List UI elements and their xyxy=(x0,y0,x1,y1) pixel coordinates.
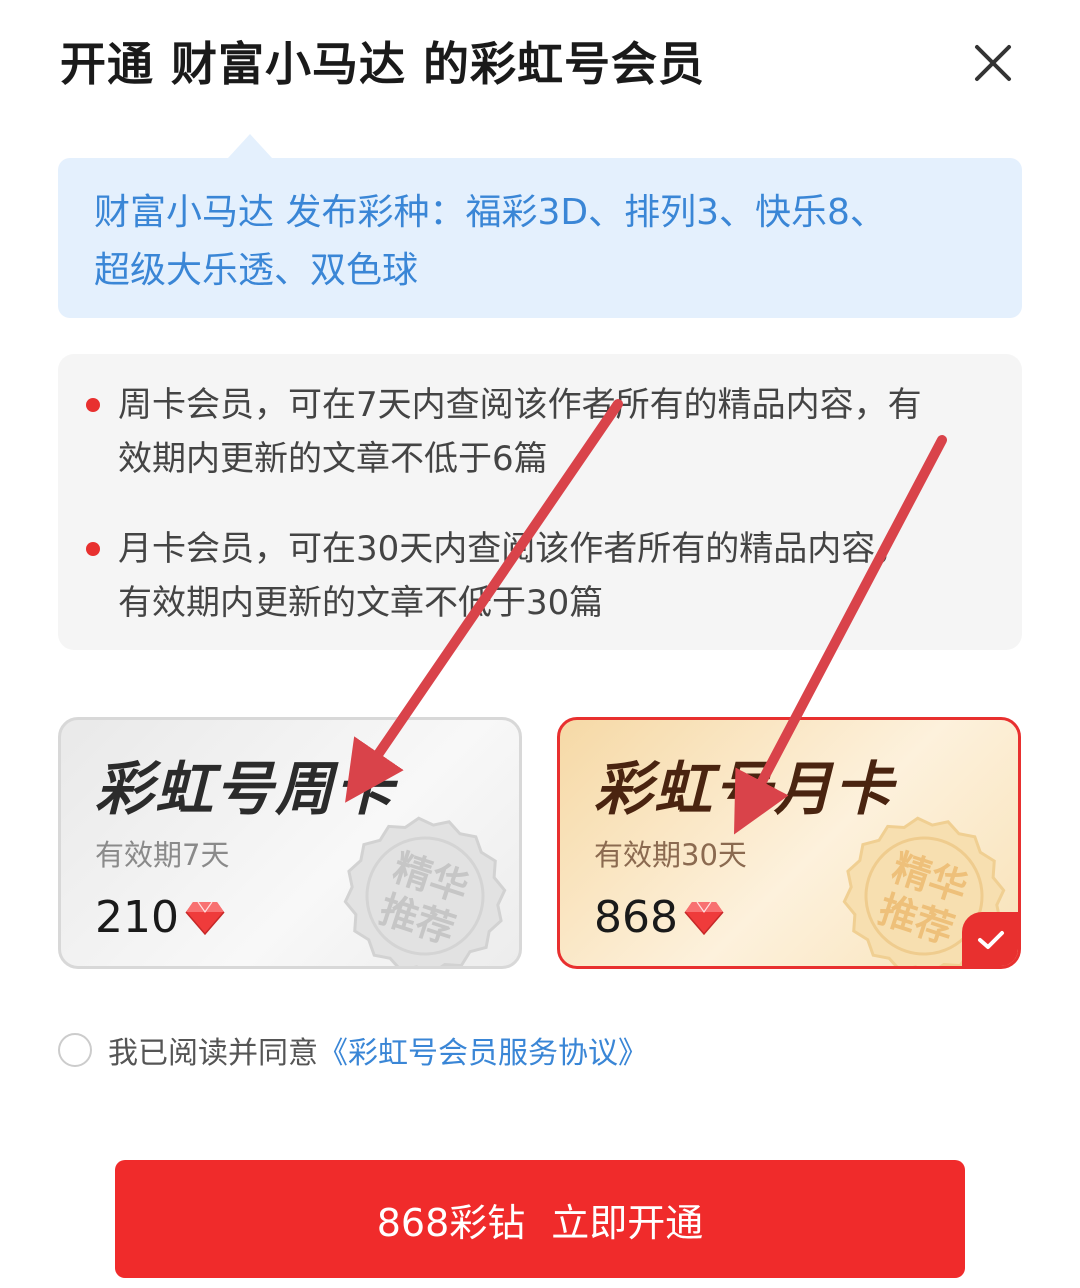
diamond-icon xyxy=(185,901,225,935)
plan-card-week[interactable]: 精华 推荐 彩虹号周卡 有效期7天 210 xyxy=(58,717,522,969)
lottery-info-line: 超级大乐透、双色球 xyxy=(94,250,419,291)
lottery-info-line: 财富小马达 发布彩种：福彩3D、排列3、快乐8、 xyxy=(94,192,886,233)
membership-rules: 周卡会员，可在7天内查阅该作者所有的精品内容，有 效期内更新的文章不低于6篇 月… xyxy=(58,354,1022,650)
rule-text: 效期内更新的文章不低于6篇 xyxy=(118,439,548,479)
diamond-icon xyxy=(684,901,724,935)
rule-item-month: 月卡会员，可在30天内查阅该作者所有的精品内容， 有效期内更新的文章不低于30篇 xyxy=(84,522,994,630)
bullet-dot-icon xyxy=(86,542,100,556)
rule-text: 月卡会员，可在30天内查阅该作者所有的精品内容， xyxy=(118,529,910,569)
close-icon[interactable] xyxy=(973,43,1013,83)
checkmark-icon xyxy=(978,931,1004,949)
info-pointer xyxy=(228,134,272,158)
rule-text: 有效期内更新的文章不低于30篇 xyxy=(118,583,604,623)
activate-button[interactable]: 868彩钻 立即开通 xyxy=(115,1160,965,1278)
dialog-title: 开通 财富小马达 的彩虹号会员 xyxy=(60,37,706,91)
rule-text: 周卡会员，可在7天内查阅该作者所有的精品内容，有 xyxy=(118,385,922,425)
agreement-checkbox[interactable] xyxy=(58,1033,92,1067)
agreement-row: 我已阅读并同意 《彩虹号会员服务协议》 xyxy=(58,1028,648,1072)
cta-action-label: 立即开通 xyxy=(551,1200,704,1245)
rule-item-week: 周卡会员，可在7天内查阅该作者所有的精品内容，有 效期内更新的文章不低于6篇 xyxy=(84,378,994,486)
plan-validity: 有效期30天 xyxy=(594,838,747,872)
plan-price-value: 868 xyxy=(594,892,678,943)
plan-name: 彩虹号周卡 xyxy=(95,755,396,823)
plan-card-month[interactable]: 精华 推荐 彩虹号月卡 有效期30天 868 xyxy=(557,717,1021,969)
lottery-info-box: 财富小马达 发布彩种：福彩3D、排列3、快乐8、 超级大乐透、双色球 xyxy=(58,158,1022,318)
selected-badge xyxy=(962,912,1018,966)
agreement-text: 我已阅读并同意 xyxy=(108,1036,318,1071)
plan-name: 彩虹号月卡 xyxy=(594,755,895,823)
plan-validity: 有效期7天 xyxy=(95,838,230,872)
close-button[interactable] xyxy=(960,30,1026,96)
cta-price-label: 868彩钻 xyxy=(376,1200,526,1245)
plan-price-value: 210 xyxy=(95,892,179,943)
featured-seal-icon: 精华 推荐 xyxy=(343,816,507,966)
plan-price: 210 xyxy=(95,892,225,943)
bullet-dot-icon xyxy=(86,398,100,412)
plan-price: 868 xyxy=(594,892,724,943)
agreement-link[interactable]: 《彩虹号会员服务协议》 xyxy=(318,1028,648,1072)
